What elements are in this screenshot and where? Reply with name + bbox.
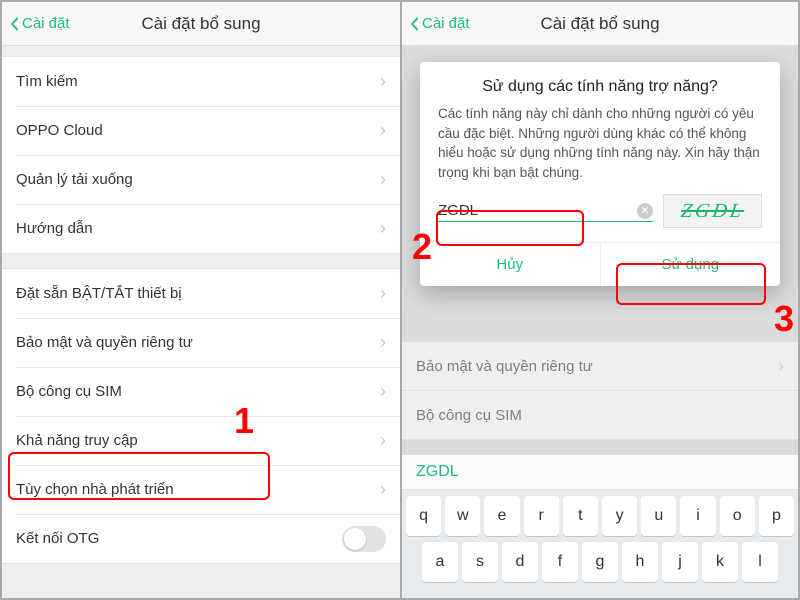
captcha-image[interactable]: ZGDL: [663, 194, 762, 228]
background-rows: Bảo mật và quyền riêng tư› Bộ công cụ SI…: [402, 342, 798, 440]
row-oppo-cloud[interactable]: OPPO Cloud›: [2, 106, 400, 155]
key-f[interactable]: f: [542, 542, 578, 582]
key-q[interactable]: q: [406, 496, 441, 536]
captcha-input-wrap: ✕: [438, 200, 653, 222]
key-t[interactable]: t: [563, 496, 598, 536]
key-j[interactable]: j: [662, 542, 698, 582]
back-button[interactable]: Cài đặt: [2, 15, 70, 32]
bg-row-sim: Bộ công cụ SIM: [402, 391, 798, 440]
key-u[interactable]: u: [641, 496, 676, 536]
key-o[interactable]: o: [720, 496, 755, 536]
row-search[interactable]: Tìm kiếm›: [2, 57, 400, 106]
kb-row-1: q w e r t y u i o p: [406, 496, 794, 536]
accessibility-dialog: Sử dụng các tính năng trợ năng? Các tính…: [420, 62, 780, 286]
row-schedule-power[interactable]: Đặt sẵn BẬT/TẮT thiết bị›: [2, 269, 400, 318]
chevron-left-icon: [8, 17, 22, 31]
header: Cài đặt Cài đặt bổ sung: [2, 2, 400, 46]
row-accessibility[interactable]: Khả năng truy cập›: [2, 416, 400, 465]
back-label: Cài đặt: [22, 15, 70, 32]
otg-toggle[interactable]: [342, 526, 386, 552]
key-e[interactable]: e: [484, 496, 519, 536]
header: Cài đặt Cài đặt bổ sung: [402, 2, 798, 46]
chevron-right-icon: ›: [778, 356, 784, 377]
chevron-right-icon: ›: [380, 332, 386, 353]
key-d[interactable]: d: [502, 542, 538, 582]
use-button[interactable]: Sử dụng: [600, 243, 781, 286]
key-h[interactable]: h: [622, 542, 658, 582]
chevron-right-icon: ›: [380, 479, 386, 500]
key-r[interactable]: r: [524, 496, 559, 536]
row-guide[interactable]: Hướng dẫn›: [2, 204, 400, 253]
settings-content: Tìm kiếm› OPPO Cloud› Quản lý tải xuống›…: [2, 46, 400, 598]
key-k[interactable]: k: [702, 542, 738, 582]
chevron-right-icon: ›: [380, 120, 386, 141]
dialog-input-row: ✕ ZGDL: [420, 194, 780, 242]
key-l[interactable]: l: [742, 542, 778, 582]
dialog-body: Các tính năng này chỉ dành cho những ngư…: [420, 104, 780, 194]
keyboard-suggestion[interactable]: ZGDL: [402, 455, 798, 490]
right-screenshot: Cài đặt Cài đặt bổ sung Bảo mật và quyền…: [400, 2, 798, 598]
row-developer-options[interactable]: Tùy chọn nhà phát triển›: [2, 465, 400, 514]
key-p[interactable]: p: [759, 496, 794, 536]
captcha-input[interactable]: [438, 202, 637, 219]
key-i[interactable]: i: [680, 496, 715, 536]
settings-group-2: Đặt sẵn BẬT/TẮT thiết bị› Bảo mật và quy…: [2, 268, 400, 564]
chevron-right-icon: ›: [380, 430, 386, 451]
back-button[interactable]: Cài đặt: [402, 15, 470, 32]
bg-row-security: Bảo mật và quyền riêng tư›: [402, 342, 798, 391]
chevron-right-icon: ›: [380, 283, 386, 304]
key-a[interactable]: a: [422, 542, 458, 582]
keyboard-rows: q w e r t y u i o p a s d f g h: [402, 490, 798, 598]
dialog-buttons: Hủy Sử dụng: [420, 242, 780, 286]
settings-group-1: Tìm kiếm› OPPO Cloud› Quản lý tải xuống›…: [2, 56, 400, 254]
row-security[interactable]: Bảo mật và quyền riêng tư›: [2, 318, 400, 367]
chevron-right-icon: ›: [380, 381, 386, 402]
clear-input-icon[interactable]: ✕: [637, 203, 653, 219]
chevron-left-icon: [408, 17, 422, 31]
chevron-right-icon: ›: [380, 169, 386, 190]
chevron-right-icon: ›: [380, 71, 386, 92]
dialog-title: Sử dụng các tính năng trợ năng?: [420, 62, 780, 104]
key-w[interactable]: w: [445, 496, 480, 536]
left-screenshot: Cài đặt Cài đặt bổ sung Tìm kiếm› OPPO C…: [2, 2, 400, 598]
chevron-right-icon: ›: [380, 218, 386, 239]
key-y[interactable]: y: [602, 496, 637, 536]
key-s[interactable]: s: [462, 542, 498, 582]
key-g[interactable]: g: [582, 542, 618, 582]
row-downloads[interactable]: Quản lý tải xuống›: [2, 155, 400, 204]
cancel-button[interactable]: Hủy: [420, 243, 600, 286]
back-label: Cài đặt: [422, 15, 470, 32]
row-sim-toolkit[interactable]: Bộ công cụ SIM›: [2, 367, 400, 416]
keyboard: ZGDL q w e r t y u i o p a s d: [402, 455, 798, 598]
row-otg[interactable]: Kết nối OTG: [2, 514, 400, 563]
kb-row-2: a s d f g h j k l: [406, 542, 794, 582]
